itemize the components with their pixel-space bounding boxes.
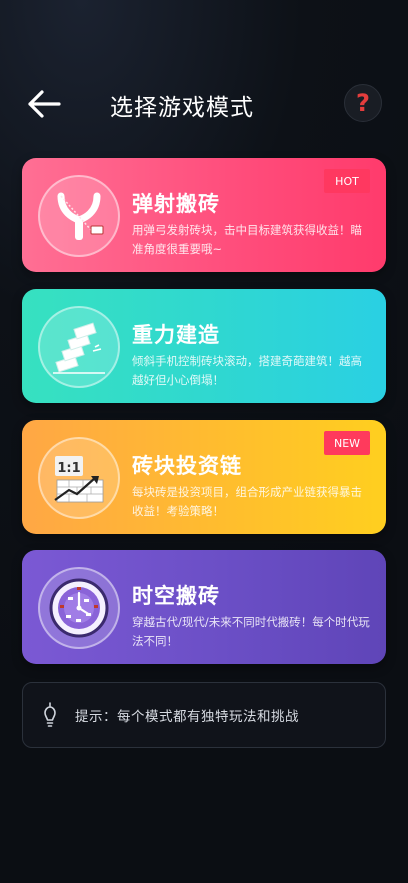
header-bar: 选择游戏模式 ?: [0, 78, 408, 132]
slingshot-icon: [38, 175, 120, 257]
help-button[interactable]: ?: [344, 84, 382, 122]
page-title: 选择游戏模式: [110, 95, 254, 121]
investment-chart-icon: 1:1: [38, 437, 120, 519]
svg-text:1:1: 1:1: [57, 461, 80, 476]
mode-title: 重力建造: [132, 323, 220, 347]
back-button[interactable]: [24, 86, 64, 122]
stacked-bricks-icon: [38, 306, 120, 388]
mode-title: 弹射搬砖: [132, 192, 220, 216]
question-mark-icon: ?: [356, 89, 370, 117]
mode-description: 倾斜手机控制砖块滚动，搭建奇葩建筑！越高越好但小心倒塌！: [132, 354, 362, 387]
time-clock-icon: [38, 567, 120, 649]
mode-description: 用弹弓发射砖块，击中目标建筑获得收益！瞄准角度很重要哦~: [132, 223, 362, 256]
arrow-left-icon: [28, 90, 61, 118]
tip-box: 提示：每个模式都有独特玩法和挑战: [22, 682, 386, 748]
mode-title: 砖块投资链: [132, 454, 242, 478]
mode-description: 每块砖是投资项目，组合形成产业链获得暴击收益！考验策略！: [132, 485, 362, 518]
mode-card-gravity-build[interactable]: 重力建造 倾斜手机控制砖块滚动，搭建奇葩建筑！越高越好但小心倒塌！: [22, 289, 386, 403]
new-badge: NEW: [324, 431, 370, 455]
mode-card-time-travel[interactable]: 时空搬砖 穿越古代/现代/未来不同时代搬砖！每个时代玩法不同！: [22, 550, 386, 664]
mode-card-brick-investment[interactable]: 1:1 砖块投资链 每块砖是投资项目，组合形成产业链获得暴击收益！考验策略！ N…: [22, 420, 386, 534]
lightbulb-icon: [44, 702, 56, 727]
mode-card-slingshot[interactable]: 弹射搬砖 用弹弓发射砖块，击中目标建筑获得收益！瞄准角度很重要哦~ HOT: [22, 158, 386, 272]
hot-badge: HOT: [324, 169, 370, 193]
mode-title: 时空搬砖: [132, 584, 220, 608]
mode-description: 穿越古代/现代/未来不同时代搬砖！每个时代玩法不同！: [132, 615, 370, 648]
tip-text: 提示：每个模式都有独特玩法和挑战: [75, 709, 299, 725]
